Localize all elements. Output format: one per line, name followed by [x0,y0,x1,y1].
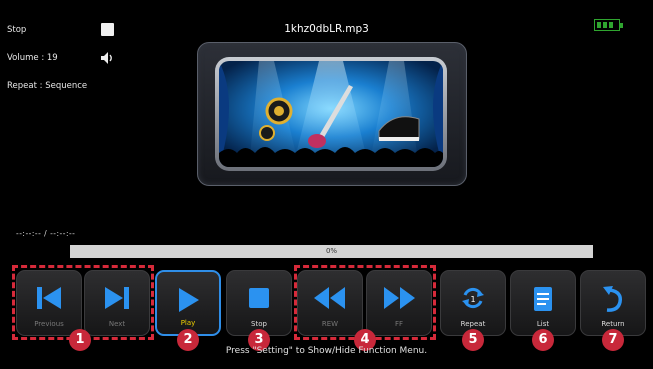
function-menu-hint: Press "Setting" to Show/Hide Function Me… [225,346,428,356]
repeat-icon: 1 [462,287,484,309]
list-icon [534,287,552,311]
play-button[interactable]: Play [155,270,221,336]
volume-label: Volume : 19 [7,53,58,63]
progress-percent: 0% [325,247,338,255]
list-button[interactable]: List [510,270,576,336]
progress-bar[interactable]: 0% [70,245,593,258]
battery-icon [594,19,623,31]
elapsed-total-time: --:--:-- / --:--:-- [16,229,76,238]
repeat-button[interactable]: 1 Repeat [440,270,506,336]
stop-icon [249,288,269,308]
play-label: Play [180,319,196,327]
return-label: Return [601,320,625,328]
speaker-icon[interactable] [100,51,114,65]
list-label: List [536,320,550,328]
album-art-image [219,61,443,167]
stop-label: Stop [251,320,267,328]
repeat-mode-label: Repeat : Sequence [7,81,88,91]
return-icon [603,286,623,312]
play-icon [179,288,199,312]
stop-button[interactable]: Stop [226,270,292,336]
album-art-frame [197,42,467,186]
repeat-label: Repeat [460,320,486,328]
track-title: 1khz0dbLR.mp3 [284,23,369,35]
return-button[interactable]: Return [580,270,646,336]
svg-text:1: 1 [470,295,475,304]
